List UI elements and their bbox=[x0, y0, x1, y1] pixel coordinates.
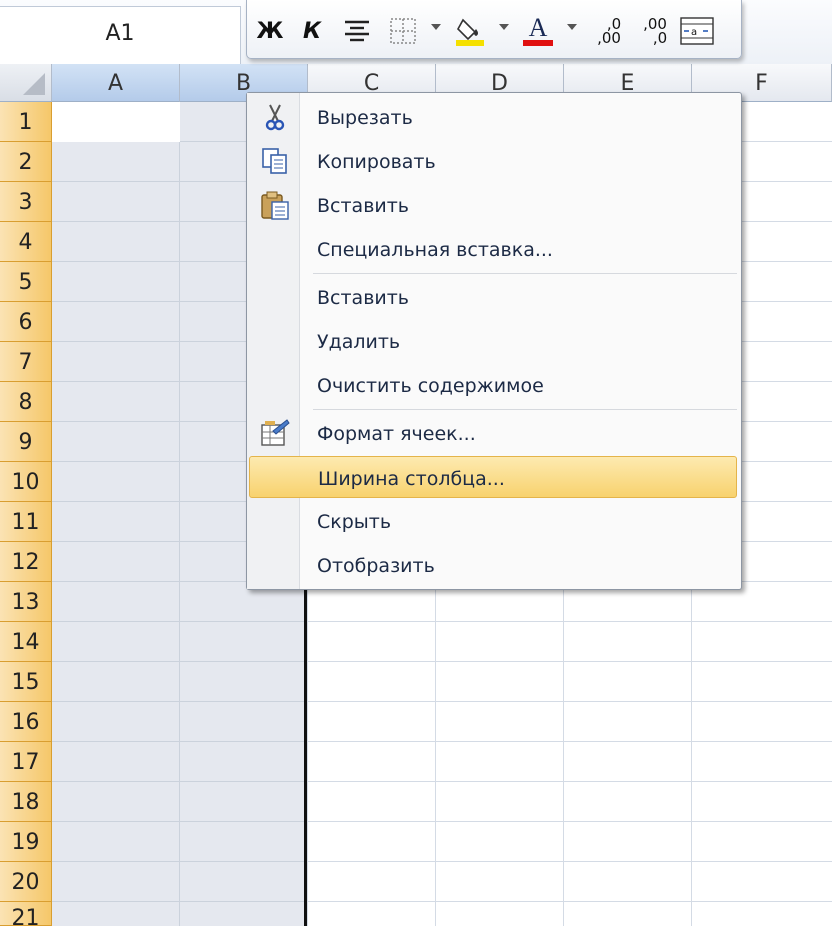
menu-item-label: Вставить bbox=[317, 195, 410, 217]
menu-item-insert[interactable]: Вставить bbox=[249, 276, 737, 318]
fill-dropdown-icon[interactable] bbox=[499, 24, 509, 30]
menu-item-label: Формат ячеек... bbox=[317, 423, 476, 445]
name-box[interactable]: A1 bbox=[0, 6, 241, 65]
row-header-17[interactable]: 17 bbox=[0, 742, 52, 782]
row-header-19[interactable]: 19 bbox=[0, 822, 52, 862]
menu-item-delete[interactable]: Удалить bbox=[249, 320, 737, 362]
mini-toolbar: Ж К A ,0 ,00 ,00 ,0 a bbox=[246, 0, 742, 59]
svg-text:a: a bbox=[691, 27, 697, 38]
increase-decimal-bottom: ,00 bbox=[597, 29, 621, 47]
decrease-decimal-button[interactable]: ,00 ,0 bbox=[635, 16, 675, 46]
borders-icon[interactable] bbox=[387, 16, 419, 46]
decrease-decimal-bottom: ,0 bbox=[652, 29, 668, 47]
copy-icon bbox=[259, 145, 291, 177]
row-header-8[interactable]: 8 bbox=[0, 382, 52, 422]
bold-button[interactable]: Ж bbox=[255, 16, 285, 46]
menu-item-format-cells[interactable]: Формат ячеек... bbox=[249, 412, 737, 454]
menu-item-column-width[interactable]: Ширина столбца... bbox=[249, 456, 737, 498]
row-header-15[interactable]: 15 bbox=[0, 662, 52, 702]
menu-item-label: Копировать bbox=[317, 151, 436, 173]
merge-center-icon[interactable]: a bbox=[679, 16, 715, 46]
menu-item-label: Вставить bbox=[317, 287, 410, 309]
menu-item-hide[interactable]: Скрыть bbox=[249, 500, 737, 542]
row-header-10[interactable]: 10 bbox=[0, 462, 52, 502]
font-color-dropdown-icon[interactable] bbox=[567, 24, 577, 30]
row-header-12[interactable]: 12 bbox=[0, 542, 52, 582]
format-cells-icon bbox=[259, 417, 291, 449]
menu-item-label: Удалить bbox=[317, 331, 401, 353]
font-color-swatch bbox=[523, 40, 553, 46]
context-menu: Вырезать Копировать Вставить Специальная… bbox=[246, 92, 742, 590]
menu-item-paste-special[interactable]: Специальная вставка... bbox=[249, 228, 737, 270]
menu-item-cut[interactable]: Вырезать bbox=[249, 96, 737, 138]
italic-button[interactable]: К bbox=[297, 16, 327, 46]
row-header-9[interactable]: 9 bbox=[0, 422, 52, 462]
menu-item-label: Вырезать bbox=[317, 107, 413, 129]
row-header-6[interactable]: 6 bbox=[0, 302, 52, 342]
row-header-20[interactable]: 20 bbox=[0, 862, 52, 902]
menu-separator bbox=[313, 273, 737, 274]
menu-item-label: Отобразить bbox=[317, 555, 435, 577]
menu-item-label: Специальная вставка... bbox=[317, 239, 553, 261]
menu-item-clear-contents[interactable]: Очистить содержимое bbox=[249, 364, 737, 406]
scissors-icon bbox=[259, 101, 291, 133]
row-header-16[interactable]: 16 bbox=[0, 702, 52, 742]
font-color-button[interactable]: A bbox=[521, 13, 555, 46]
borders-dropdown-icon[interactable] bbox=[431, 24, 441, 30]
row-header-13[interactable]: 13 bbox=[0, 582, 52, 622]
menu-item-paste[interactable]: Вставить bbox=[249, 184, 737, 226]
menu-item-copy[interactable]: Копировать bbox=[249, 140, 737, 182]
row-header-2[interactable]: 2 bbox=[0, 142, 52, 182]
paste-icon bbox=[259, 189, 291, 221]
column-header-a[interactable]: A bbox=[52, 64, 180, 102]
name-box-value: A1 bbox=[105, 21, 135, 46]
row-header-7[interactable]: 7 bbox=[0, 342, 52, 382]
menu-item-label: Ширина столбца... bbox=[318, 468, 505, 490]
row-header-18[interactable]: 18 bbox=[0, 782, 52, 822]
font-color-letter: A bbox=[528, 13, 548, 42]
menu-item-label: Очистить содержимое bbox=[317, 375, 544, 397]
increase-decimal-button[interactable]: ,0 ,00 bbox=[589, 16, 629, 46]
row-header-11[interactable]: 11 bbox=[0, 502, 52, 542]
row-header-1[interactable]: 1 bbox=[0, 102, 52, 142]
fill-color-icon[interactable] bbox=[453, 16, 489, 46]
row-header-4[interactable]: 4 bbox=[0, 222, 52, 262]
row-header-21[interactable]: 21 bbox=[0, 902, 52, 926]
menu-item-label: Скрыть bbox=[317, 511, 392, 533]
menu-separator bbox=[313, 409, 737, 410]
row-header-5[interactable]: 5 bbox=[0, 262, 52, 302]
menu-item-unhide[interactable]: Отобразить bbox=[249, 544, 737, 586]
active-cell-a1[interactable] bbox=[52, 102, 180, 142]
row-header-3[interactable]: 3 bbox=[0, 182, 52, 222]
row-header-14[interactable]: 14 bbox=[0, 622, 52, 662]
align-center-icon[interactable] bbox=[341, 16, 373, 46]
